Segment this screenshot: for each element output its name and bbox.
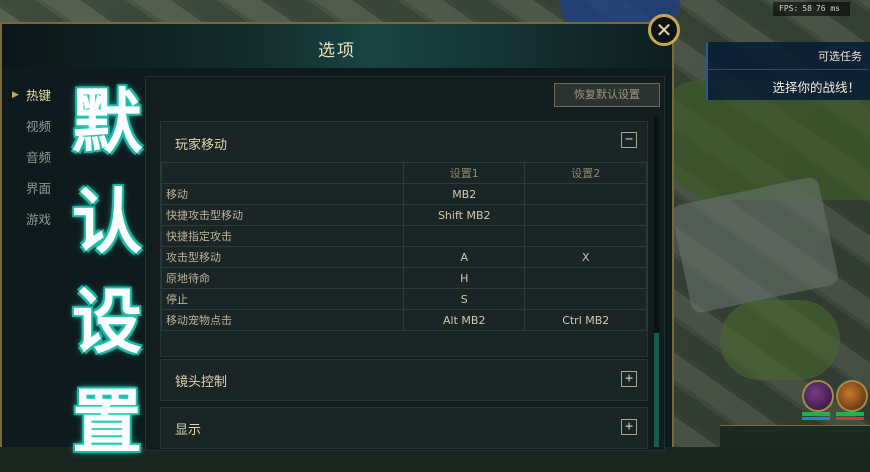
action-label: 移动宠物点击 [161,309,404,331]
champion-health-bar-1 [802,412,830,416]
action-label: 停止 [161,288,404,310]
table-row: 停止 S [161,288,647,310]
expand-button[interactable]: + [621,371,637,387]
action-label: 原地待命 [161,267,404,289]
sidebar-item-video[interactable]: 视频 [12,111,147,142]
fps-label: FPS: [779,4,799,13]
keybind-slot-2[interactable] [524,183,647,205]
options-dialog: 选项 ▶ 热键 视频 音频 界面 游戏 恢复默认设置 玩家移动 − 设置1 设置… [0,22,674,451]
keybind-slot-1[interactable]: Shift MB2 [402,204,526,226]
fps-value: 58 [802,4,812,13]
sidebar-item-hotkeys[interactable]: ▶ 热键 [12,80,147,111]
action-label: 攻击型移动 [161,246,404,268]
sidebar-item-label: 视频 [26,119,52,134]
section-title: 镜头控制 [175,375,228,390]
action-label: 快捷攻击型移动 [161,204,404,226]
table-row: 移动 MB2 [161,183,647,205]
sidebar-item-label: 游戏 [26,212,52,227]
close-button[interactable]: ✕ [648,14,680,46]
sidebar-item-interface[interactable]: 界面 [12,173,147,204]
sidebar-item-label: 音频 [26,150,52,165]
keybind-slot-1[interactable]: S [402,288,526,310]
column-header-set2: 设置2 [524,162,647,184]
sidebar-item-game[interactable]: 游戏 [12,204,147,235]
sidebar-item-label: 界面 [26,181,52,196]
dialog-header: 选项 [2,24,672,68]
champion-mana-bar-2 [836,417,864,420]
table-row: 攻击型移动 A X [161,246,647,268]
scrollbar-thumb[interactable] [654,333,659,447]
keybind-slot-1[interactable]: H [402,267,526,289]
section-title: 显示 [175,423,202,438]
keybind-slot-1[interactable]: Alt MB2 [402,309,526,331]
champion-portrait-1[interactable] [802,380,834,412]
quest-divider [708,69,868,70]
keybind-table: 设置1 设置2 移动 MB2 快捷攻击型移动 Shift MB2 快捷指定攻击 [161,162,647,331]
champion-mana-bar-1 [802,417,830,420]
champion-health-bar-2 [836,412,864,416]
keybind-slot-1[interactable]: A [402,246,526,268]
game-grass-area-lower [720,300,840,380]
section-title: 玩家移动 [175,138,228,153]
options-sidebar: ▶ 热键 视频 音频 界面 游戏 [12,80,147,235]
active-arrow-icon: ▶ [12,90,19,100]
quest-panel[interactable]: 可选任务 选择你的战线！ [706,42,870,100]
action-label: 移动 [161,183,404,205]
table-row: 原地待命 H [161,267,647,289]
keybind-slot-1[interactable] [402,225,526,247]
keybind-slot-2[interactable] [524,225,647,247]
keybind-slot-2[interactable] [524,288,647,310]
collapse-button[interactable]: − [621,132,637,148]
table-header-row: 设置1 设置2 [161,162,647,184]
section-camera-control[interactable]: 镜头控制 + [160,359,648,401]
table-row: 快捷攻击型移动 Shift MB2 [161,204,647,226]
bottom-hud-strip [720,425,870,448]
column-header-set1: 设置1 [402,162,526,184]
keybind-slot-1[interactable]: MB2 [402,183,526,205]
quest-title: 可选任务 [818,50,862,63]
table-row: 移动宠物点击 Alt MB2 Ctrl MB2 [161,309,647,331]
champion-portrait-2[interactable] [836,380,868,412]
champion-portraits [798,380,868,422]
dialog-title: 选项 [318,41,356,61]
expand-button[interactable]: + [621,419,637,435]
sidebar-item-audio[interactable]: 音频 [12,142,147,173]
keybind-slot-2[interactable] [524,204,647,226]
hotkeys-content: 恢复默认设置 玩家移动 − 设置1 设置2 移动 MB2 快捷攻击型移动 Shi… [145,76,665,451]
ping-value: 76 ms [815,4,840,13]
quest-prompt[interactable]: 选择你的战线！ [772,77,860,96]
reset-defaults-button[interactable]: 恢复默认设置 [554,83,660,107]
keybind-slot-2[interactable] [524,267,647,289]
column-header-action [161,162,404,184]
keybind-slot-2[interactable]: X [524,246,647,268]
section-player-movement: 玩家移动 − 设置1 设置2 移动 MB2 快捷攻击型移动 Shift MB2 [160,121,648,357]
section-display[interactable]: 显示 + [160,407,648,449]
fps-readout: FPS: 58 76 ms [773,2,850,16]
sidebar-item-label: 热键 [26,88,52,103]
keybind-slot-2[interactable]: Ctrl MB2 [524,309,647,331]
table-row: 快捷指定攻击 [161,225,647,247]
action-label: 快捷指定攻击 [161,225,404,247]
